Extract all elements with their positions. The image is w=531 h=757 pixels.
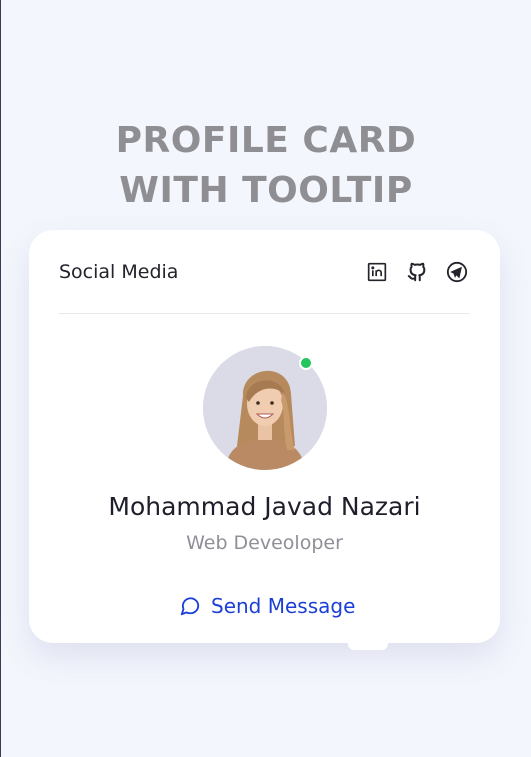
online-status-indicator <box>299 356 313 370</box>
card-header: Social Media <box>59 230 470 314</box>
profile-card: Social Media Mohammad Javad Nazari Web D… <box>29 230 500 643</box>
social-media-label: Social Media <box>59 260 179 283</box>
tooltip-tab <box>348 640 388 650</box>
send-message-label: Send Message <box>211 594 356 618</box>
telegram-icon[interactable] <box>446 261 468 283</box>
avatar-container <box>203 346 327 470</box>
send-message-button[interactable]: Send Message <box>179 594 355 618</box>
linkedin-icon[interactable] <box>366 261 388 283</box>
social-links <box>366 261 468 283</box>
profile-role: Web Deveoloper <box>186 532 343 554</box>
page-title: PROFILE CARD WITH TOOLTIP <box>115 120 417 211</box>
github-icon[interactable] <box>406 261 428 283</box>
profile-name: Mohammad Javad Nazari <box>108 492 421 521</box>
chat-bubble-icon <box>180 597 200 616</box>
